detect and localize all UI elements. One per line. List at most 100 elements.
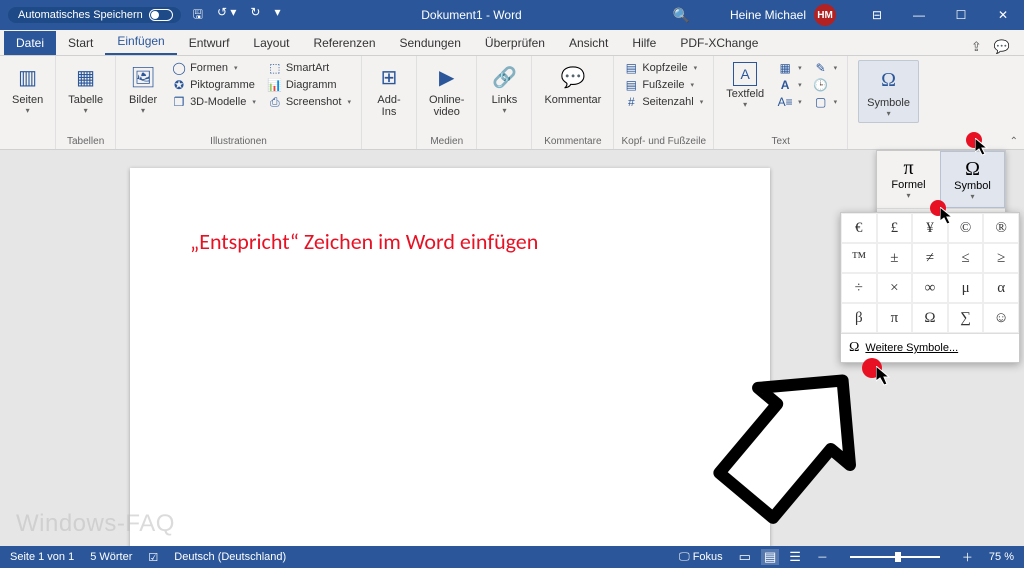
collapse-ribbon-icon[interactable]: ⌃ <box>1010 136 1018 147</box>
undo-icon[interactable]: ↺ ▾ <box>217 5 236 26</box>
group-links: 🔗 Links ▾ <box>477 56 532 149</box>
read-mode-icon[interactable]: ▭ <box>739 549 751 565</box>
datetime-button[interactable]: 🕒 <box>810 77 842 93</box>
symbol-cell[interactable]: € <box>841 213 877 243</box>
redo-icon[interactable]: ↻ <box>250 5 260 26</box>
symbol-cell[interactable]: ≤ <box>948 243 984 273</box>
diagramm-button[interactable]: 📊Diagramm <box>264 77 355 93</box>
share-icon[interactable]: ⇪ <box>971 39 982 55</box>
symbol-cell[interactable]: β <box>841 303 877 333</box>
symbol-cell[interactable]: ÷ <box>841 273 877 303</box>
group-symbole: Ω Symbole ▾ <box>848 56 929 149</box>
ribbon-options-icon[interactable]: ⊟ <box>856 0 898 30</box>
focus-mode[interactable]: 🖵 Fokus <box>679 551 723 564</box>
object-button[interactable]: ▢▾ <box>810 94 842 110</box>
symbol-cell[interactable]: μ <box>948 273 984 303</box>
chevron-down-icon: ▾ <box>84 106 88 115</box>
group-medien: ▶ Online- video Medien <box>417 56 477 149</box>
page-status[interactable]: Seite 1 von 1 <box>10 551 74 563</box>
document-text: „Entspricht“ Zeichen im Word einfügen <box>190 228 710 255</box>
header-icon: ▤ <box>624 61 638 75</box>
wordart-icon: A <box>778 78 792 92</box>
tab-entwurf[interactable]: Entwurf <box>177 31 242 55</box>
symbol-cell[interactable]: ± <box>877 243 913 273</box>
tab-start[interactable]: Start <box>56 31 105 55</box>
links-button[interactable]: 🔗 Links ▾ <box>483 60 525 117</box>
symbol-cell[interactable]: ☺ <box>983 303 1019 333</box>
tab-ueberpruefen[interactable]: Überprüfen <box>473 31 557 55</box>
tab-datei[interactable]: Datei <box>4 31 56 55</box>
symbol-cell[interactable]: Ω <box>912 303 948 333</box>
fusszeile-button[interactable]: ▤Fußzeile▾ <box>620 77 707 93</box>
group-kommentare: 💬 Kommentar Kommentare <box>532 56 614 149</box>
zoom-level[interactable]: 75 % <box>989 551 1014 563</box>
screenshot-button[interactable]: ⎙Screenshot▾ <box>264 94 355 110</box>
print-layout-icon[interactable]: ▤ <box>761 549 779 565</box>
web-layout-icon[interactable]: ☰ <box>789 549 801 565</box>
signature-button[interactable]: ✎▾ <box>810 60 842 76</box>
symbol-grid-popup: €£¥©®™±≠≤≥÷×∞μαβπΩ∑☺ Ω Weitere Symbole..… <box>840 212 1020 363</box>
quickparts-button[interactable]: ▦▾ <box>774 60 806 76</box>
zoom-out-icon[interactable]: － <box>817 549 828 565</box>
smartart-button[interactable]: ⬚SmartArt <box>264 60 355 76</box>
search-icon[interactable]: 🔍 <box>673 7 690 24</box>
symbol-cell[interactable]: ≠ <box>912 243 948 273</box>
comments-icon[interactable]: 💬 <box>994 39 1010 55</box>
tab-referenzen[interactable]: Referenzen <box>301 31 387 55</box>
symbol-cell[interactable]: ∑ <box>948 303 984 333</box>
symbole-button[interactable]: Ω Symbole ▾ <box>858 60 919 123</box>
autosave-toggle[interactable]: Automatisches Speichern <box>8 7 181 23</box>
dropcap-icon: A≡ <box>778 95 792 109</box>
save-icon[interactable]: 🖫 <box>193 5 203 26</box>
user-area[interactable]: Heine Michael HM <box>730 4 836 26</box>
tab-pdfx[interactable]: PDF-XChange <box>668 31 770 55</box>
tab-sendungen[interactable]: Sendungen <box>388 31 473 55</box>
chevron-down-icon: ▾ <box>743 100 747 109</box>
3d-modelle-button[interactable]: ❒3D-Modelle▾ <box>168 94 260 110</box>
group-text: A Textfeld ▾ ▦▾ A▾ A≡▾ ✎▾ 🕒 ▢▾ Text <box>714 56 848 149</box>
chart-icon: 📊 <box>268 78 282 92</box>
wordart-button[interactable]: A▾ <box>774 77 806 93</box>
textfeld-button[interactable]: A Textfeld ▾ <box>720 60 770 111</box>
symbol-cell[interactable]: × <box>877 273 913 303</box>
tabelle-button[interactable]: ▦ Tabelle ▾ <box>62 60 109 117</box>
symbol-cell[interactable]: α <box>983 273 1019 303</box>
video-icon: ▶ <box>432 62 462 92</box>
addins-button[interactable]: ⊞ Add- Ins <box>368 60 410 120</box>
tab-hilfe[interactable]: Hilfe <box>620 31 668 55</box>
symbol-cell[interactable]: ® <box>983 213 1019 243</box>
kommentar-button[interactable]: 💬 Kommentar <box>538 60 607 108</box>
symbol-cell[interactable]: ™ <box>841 243 877 273</box>
dropcap-button[interactable]: A≡▾ <box>774 94 806 110</box>
zoom-slider[interactable] <box>850 556 940 558</box>
close-icon[interactable]: ✕ <box>982 0 1024 30</box>
pagenum-icon: # <box>624 95 638 109</box>
formen-button[interactable]: ◯Formen▾ <box>168 60 260 76</box>
zoom-in-icon[interactable]: ＋ <box>962 549 973 565</box>
onlinevideo-button[interactable]: ▶ Online- video <box>423 60 470 120</box>
maximize-icon[interactable]: ☐ <box>940 0 982 30</box>
tab-ansicht[interactable]: Ansicht <box>557 31 620 55</box>
group-label: Tabellen <box>62 135 109 147</box>
symbol-cell[interactable]: ∞ <box>912 273 948 303</box>
symbol-cell[interactable]: π <box>877 303 913 333</box>
symbol-cell[interactable]: ≥ <box>983 243 1019 273</box>
document-page[interactable]: „Entspricht“ Zeichen im Word einfügen <box>130 168 770 546</box>
seitenzahl-button[interactable]: #Seitenzahl▾ <box>620 94 707 110</box>
tab-layout[interactable]: Layout <box>241 31 301 55</box>
comment-icon: 💬 <box>558 62 588 92</box>
quick-access-toolbar: 🖫 ↺ ▾ ↻ ▾ <box>193 5 281 26</box>
piktogramme-button[interactable]: ✪Piktogramme <box>168 77 260 93</box>
kopfzeile-button[interactable]: ▤Kopfzeile▾ <box>620 60 707 76</box>
word-count[interactable]: 5 Wörter <box>90 551 132 563</box>
bilder-button[interactable]: 🖼 Bilder ▾ <box>122 60 164 117</box>
language-status[interactable]: Deutsch (Deutschland) <box>174 551 286 563</box>
tab-einfuegen[interactable]: Einfügen <box>105 29 176 55</box>
symbol-cell[interactable]: £ <box>877 213 913 243</box>
cube-icon: ❒ <box>172 95 186 109</box>
minimize-icon[interactable]: — <box>898 0 940 30</box>
seiten-button[interactable]: ▥ Seiten ▾ <box>6 60 49 117</box>
proofing-icon[interactable]: ☑ <box>148 551 158 564</box>
symbol-button[interactable]: Ω Symbol ▾ <box>940 151 1005 208</box>
formel-button[interactable]: π Formel ▾ <box>877 151 940 208</box>
